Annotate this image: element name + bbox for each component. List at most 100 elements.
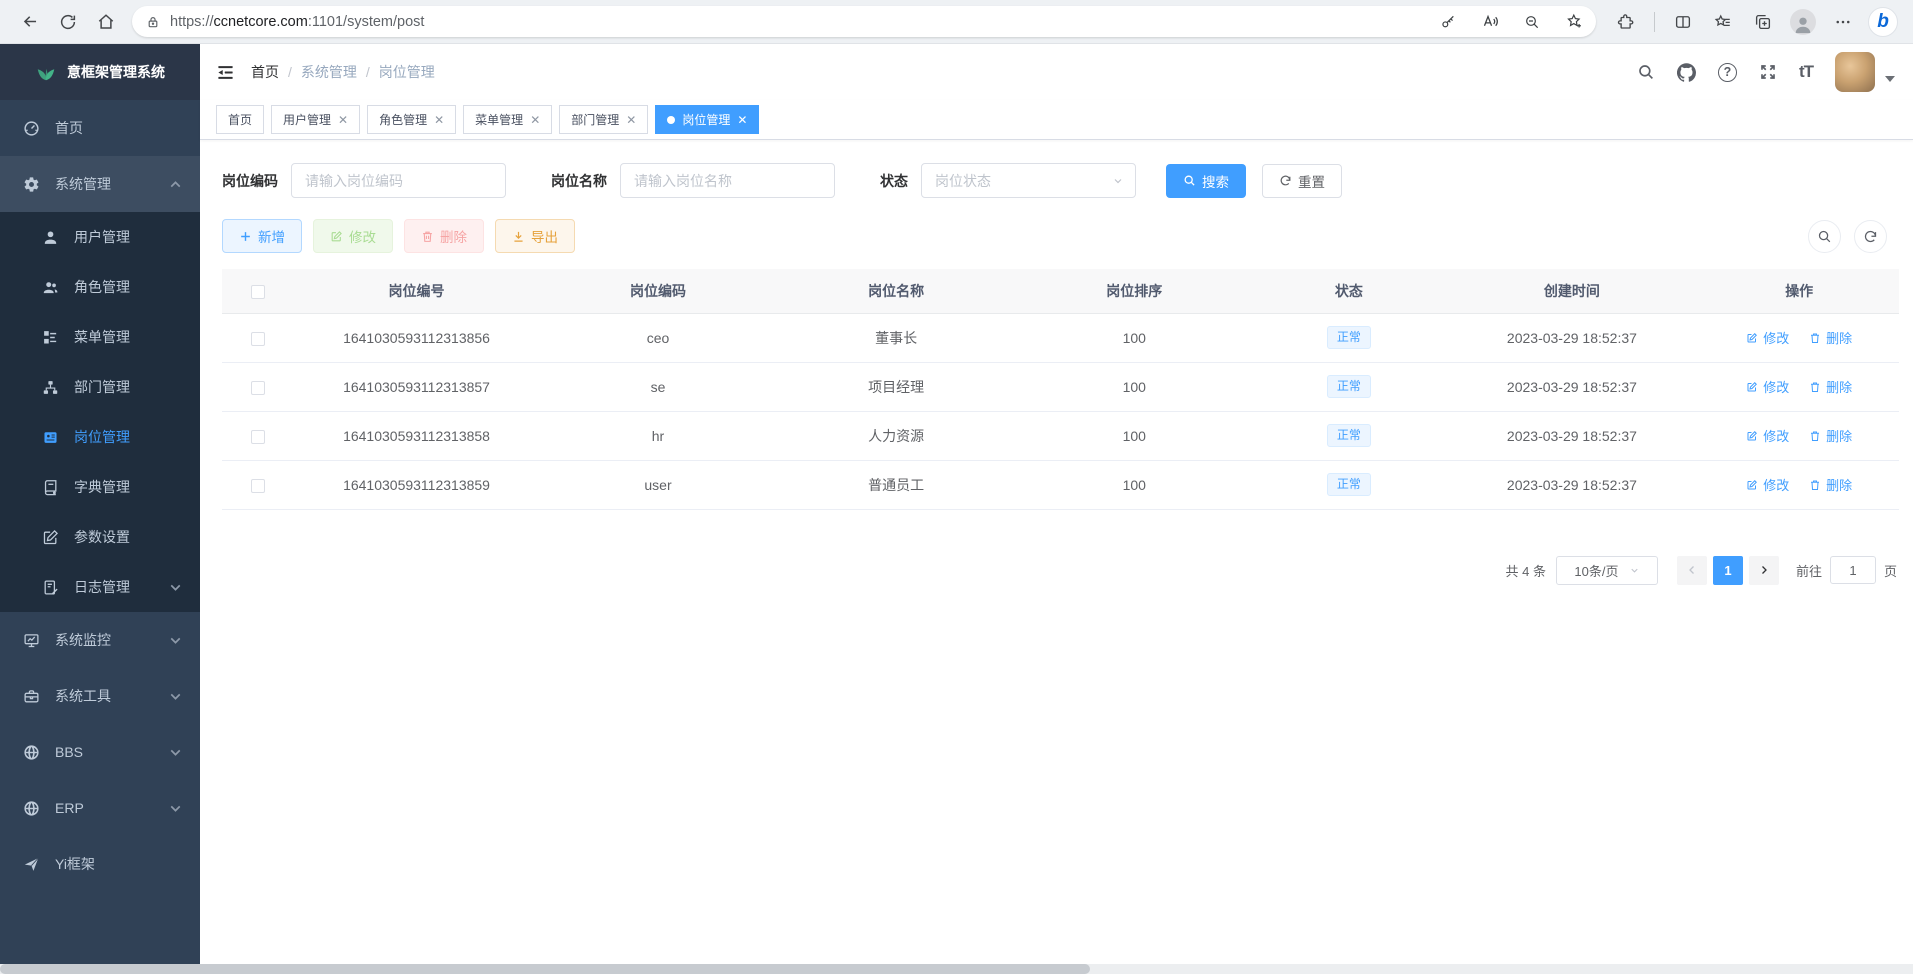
post-name-input[interactable]	[620, 163, 835, 198]
browser-refresh-button[interactable]	[50, 5, 86, 39]
collections-button[interactable]	[1745, 5, 1781, 39]
pagination-total: 共 4 条	[1506, 561, 1546, 580]
sidebar-item-menu-management[interactable]: 菜单管理	[0, 312, 200, 362]
app-logo[interactable]: 意框架管理系统	[0, 44, 200, 100]
select-all-checkbox[interactable]	[251, 285, 265, 299]
goto-page-input[interactable]	[1830, 556, 1876, 584]
browser-back-button[interactable]	[12, 5, 48, 39]
split-screen-button[interactable]	[1665, 5, 1701, 39]
row-checkbox[interactable]	[251, 430, 265, 444]
ellipsis-icon	[1834, 13, 1852, 31]
row-delete-button[interactable]: 删除	[1809, 426, 1852, 445]
tab-user-management[interactable]: 用户管理 ✕	[271, 105, 360, 134]
dictionary-book-icon	[42, 479, 59, 496]
font-size-button[interactable]: tT	[1799, 62, 1813, 82]
add-favorite-button[interactable]	[1558, 8, 1590, 36]
user-avatar[interactable]	[1835, 52, 1875, 92]
row-delete-button[interactable]: 删除	[1809, 377, 1852, 396]
breadcrumb-separator: /	[366, 64, 370, 80]
trash-icon	[421, 230, 434, 243]
help-button[interactable]: ?	[1718, 63, 1737, 82]
delete-button[interactable]: 删除	[404, 219, 484, 253]
read-aloud-button[interactable]	[1474, 8, 1506, 36]
row-checkbox[interactable]	[251, 332, 265, 346]
browser-profile-button[interactable]	[1785, 5, 1821, 39]
sidebar-item-department-management[interactable]: 部门管理	[0, 362, 200, 412]
sidebar-item-home[interactable]: 首页	[0, 100, 200, 156]
tab-close-icon[interactable]: ✕	[434, 113, 444, 127]
prev-page-button[interactable]	[1677, 556, 1707, 585]
header-search-button[interactable]	[1637, 63, 1655, 81]
edit-icon	[330, 230, 343, 243]
search-icon	[1817, 229, 1832, 244]
sidebar-item-dictionary-management[interactable]: 字典管理	[0, 462, 200, 512]
sidebar-item-user-management[interactable]: 用户管理	[0, 212, 200, 262]
row-checkbox[interactable]	[251, 381, 265, 395]
status-select[interactable]: 岗位状态	[921, 163, 1136, 198]
scrollbar-thumb[interactable]	[0, 964, 1090, 974]
row-edit-button[interactable]: 修改	[1746, 328, 1789, 347]
row-delete-button[interactable]: 删除	[1809, 475, 1852, 494]
row-edit-button[interactable]: 修改	[1746, 377, 1789, 396]
search-button[interactable]: 搜索	[1166, 164, 1246, 198]
cell-post-code: hr	[539, 411, 777, 460]
tab-close-icon[interactable]: ✕	[626, 113, 636, 127]
sidebar-item-yi-framework[interactable]: Yi框架	[0, 836, 200, 892]
reset-button-label: 重置	[1298, 171, 1325, 191]
browser-home-button[interactable]	[88, 5, 124, 39]
breadcrumb-home[interactable]: 首页	[251, 62, 279, 82]
horizontal-scrollbar[interactable]	[0, 964, 1913, 974]
sidebar-fold-button[interactable]	[216, 63, 235, 82]
read-aloud-icon	[1482, 13, 1499, 30]
sidebar-item-log-management[interactable]: 日志管理	[0, 562, 200, 612]
row-delete-button[interactable]: 删除	[1809, 328, 1852, 347]
table-row: 1641030593112313858 hr 人力资源 100 正常 2023-…	[222, 411, 1899, 460]
bing-chat-button[interactable]: b	[1865, 5, 1901, 39]
plus-icon	[239, 230, 252, 243]
download-icon	[512, 230, 525, 243]
row-edit-button[interactable]: 修改	[1746, 475, 1789, 494]
sidebar-item-post-management[interactable]: 岗位管理	[0, 412, 200, 462]
tab-menu-management[interactable]: 菜单管理 ✕	[463, 105, 552, 134]
fullscreen-button[interactable]	[1759, 63, 1777, 81]
export-button[interactable]: 导出	[495, 219, 575, 253]
refresh-table-button[interactable]	[1854, 220, 1887, 253]
avatar-caret-icon[interactable]	[1885, 76, 1895, 82]
page-number-button[interactable]: 1	[1713, 556, 1743, 585]
tab-close-icon[interactable]: ✕	[737, 113, 747, 127]
github-link-button[interactable]	[1677, 63, 1696, 82]
toggle-search-button[interactable]	[1808, 220, 1841, 253]
extensions-puzzle-icon	[1617, 13, 1635, 31]
tab-post-management[interactable]: 岗位管理 ✕	[655, 105, 759, 134]
tab-close-icon[interactable]: ✕	[530, 113, 540, 127]
edit-button[interactable]: 修改	[313, 219, 393, 253]
sidebar-item-erp[interactable]: ERP	[0, 780, 200, 836]
url-text[interactable]: https://ccnetcore.com:1101/system/post	[170, 14, 1422, 30]
col-post-id: 岗位编号	[294, 269, 539, 313]
tab-role-management[interactable]: 角色管理 ✕	[367, 105, 456, 134]
row-edit-button[interactable]: 修改	[1746, 426, 1789, 445]
extensions-button[interactable]	[1608, 5, 1644, 39]
reset-button[interactable]: 重置	[1262, 164, 1342, 198]
sidebar-item-system-management[interactable]: 系统管理	[0, 156, 200, 212]
sidebar-item-parameter-settings[interactable]: 参数设置	[0, 512, 200, 562]
password-key-button[interactable]	[1432, 8, 1464, 36]
sidebar-item-system-tools[interactable]: 系统工具	[0, 668, 200, 724]
tab-close-icon[interactable]: ✕	[338, 113, 348, 127]
users-icon	[42, 279, 59, 296]
browser-menu-button[interactable]	[1825, 5, 1861, 39]
add-button[interactable]: 新增	[222, 219, 302, 253]
zoom-out-button[interactable]	[1516, 8, 1548, 36]
sidebar-item-role-management[interactable]: 角色管理	[0, 262, 200, 312]
favorites-button[interactable]	[1705, 5, 1741, 39]
sidebar-item-system-monitor[interactable]: 系统监控	[0, 612, 200, 668]
address-bar[interactable]: https://ccnetcore.com:1101/system/post	[132, 6, 1596, 37]
post-code-input[interactable]	[291, 163, 506, 198]
tab-department-management[interactable]: 部门管理 ✕	[559, 105, 648, 134]
sidebar-item-bbs[interactable]: BBS	[0, 724, 200, 780]
tab-home[interactable]: 首页	[216, 105, 264, 134]
row-checkbox[interactable]	[251, 479, 265, 493]
next-page-button[interactable]	[1749, 556, 1779, 585]
page-size-select[interactable]: 10条/页	[1556, 556, 1658, 585]
delete-button-label: 删除	[440, 226, 467, 246]
